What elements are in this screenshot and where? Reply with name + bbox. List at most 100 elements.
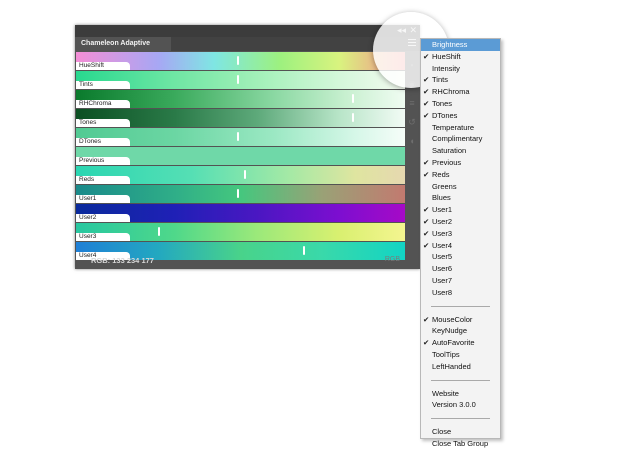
palette-row-label: DTones <box>76 138 130 146</box>
menu-item-user4[interactable]: ✔ User4 <box>421 240 500 252</box>
check-icon: ✔ <box>423 98 430 108</box>
palette-row-tints[interactable]: Tints <box>76 71 405 89</box>
menu-item-label: MouseColor <box>432 314 473 324</box>
menu-item-close-tab-group[interactable]: Close Tab Group <box>421 438 500 450</box>
flyout-menu: Brightness ✔ HueShift Intensity ✔ Tints ✔ RHChr… <box>420 38 501 448</box>
palette-row-label: User2 <box>76 214 130 222</box>
menu-item-label: Website <box>432 388 459 398</box>
menu-item-tones[interactable]: ✔ Tones <box>421 98 500 110</box>
menu-item-user1[interactable]: ✔ User1 <box>421 204 500 216</box>
menu-item-version-3-0-0[interactable]: Version 3.0.0 <box>421 399 500 411</box>
palette-row-marker[interactable] <box>237 75 240 84</box>
menu-item-greens[interactable]: Greens <box>421 181 500 193</box>
menu-item-label: LeftHanded <box>432 361 471 371</box>
menu-item-rhchroma[interactable]: ✔ RHChroma <box>421 86 500 98</box>
palette-row-marker[interactable] <box>352 94 355 103</box>
menu-item-reds[interactable]: ✔ Reds <box>421 169 500 181</box>
menu-item-label: Brightness <box>432 40 468 49</box>
menu-item-label: Previous <box>432 157 462 167</box>
menu-item-dtones[interactable]: ✔ DTones <box>421 110 500 122</box>
palette-row-marker[interactable] <box>352 113 355 122</box>
menu-item-user8[interactable]: User8 <box>421 287 500 299</box>
palette-row-user2[interactable]: User2 <box>76 204 405 222</box>
menu-item-user5[interactable]: User5 <box>421 251 500 263</box>
palette-row-label: User1 <box>76 195 130 203</box>
menu-item-label: User3 <box>432 228 453 238</box>
palette-row-tones[interactable]: Tones <box>76 109 405 127</box>
palette-row-user1[interactable]: User1 <box>76 185 405 203</box>
menu-item-label: DTones <box>432 110 458 120</box>
check-icon: ✔ <box>423 338 430 348</box>
menu-item-mousecolor[interactable]: ✔ MouseColor <box>421 314 500 326</box>
palette-row-hueshift[interactable]: HueShift <box>76 52 405 70</box>
menu-item-autofavorite[interactable]: ✔ AutoFavorite <box>421 337 500 349</box>
list-icon[interactable]: ≡ <box>406 94 418 112</box>
palette-row-previous[interactable]: Previous <box>76 147 405 165</box>
palette-row-dtones[interactable]: DTones <box>76 128 405 146</box>
palette-rows: HueShift Tints RHChroma Tones DTones Previous… <box>76 52 405 261</box>
menu-item-label: Close Tab Group <box>432 438 489 448</box>
menu-item-keynudge[interactable]: KeyNudge <box>421 325 500 337</box>
check-icon: ✔ <box>423 205 430 215</box>
menu-item-temperature[interactable]: Temperature <box>421 122 500 134</box>
menu-item-label: Temperature <box>432 122 475 132</box>
menu-item-user6[interactable]: User6 <box>421 263 500 275</box>
menu-item-brightness[interactable]: Brightness <box>421 39 500 51</box>
menu-item-label: Tones <box>432 98 453 108</box>
menu-item-label: HueShift <box>432 51 461 61</box>
menu-item-complimentary[interactable]: Complimentary <box>421 133 500 145</box>
menu-item-previous[interactable]: ✔ Previous <box>421 157 500 169</box>
palette-row-marker[interactable] <box>237 132 240 141</box>
menu-item-label: User4 <box>432 240 453 250</box>
palette-row-marker[interactable] <box>237 189 240 198</box>
menu-item-label: Saturation <box>432 146 467 156</box>
palette-row-label: Tints <box>76 81 130 89</box>
menu-item-label: KeyNudge <box>432 326 468 336</box>
panel-titlebar: ◂◂ ✕ <box>75 25 420 37</box>
menu-item-saturation[interactable]: Saturation <box>421 145 500 157</box>
menu-item-label: Reds <box>432 169 450 179</box>
menu-item-lefthanded[interactable]: LeftHanded <box>421 361 500 373</box>
menu-item-label: Intensity <box>432 63 460 73</box>
menu-item-website[interactable]: Website <box>421 388 500 400</box>
menu-item-blues[interactable]: Blues <box>421 192 500 204</box>
palette-row-marker[interactable] <box>158 227 161 236</box>
drop-icon[interactable]: ◖ <box>406 132 418 150</box>
palette-row-marker[interactable] <box>237 56 240 65</box>
palette-row-label: Reds <box>76 176 130 184</box>
menu-item-label: ToolTips <box>432 349 460 359</box>
chameleon-panel: ◂◂ ✕ Chameleon Adaptive Palette HueShift… <box>75 25 420 269</box>
palette-row-label: HueShift <box>76 62 130 70</box>
menu-item-user3[interactable]: ✔ User3 <box>421 228 500 240</box>
palette-row-label: Previous <box>76 157 130 165</box>
menu-item-hueshift[interactable]: ✔ HueShift <box>421 51 500 63</box>
check-icon: ✔ <box>423 216 430 226</box>
palette-row-label: User3 <box>76 233 130 241</box>
menu-item-tints[interactable]: ✔ Tints <box>421 74 500 86</box>
rgb-mode-button[interactable]: RGB <box>385 256 400 263</box>
palette-row-marker[interactable] <box>243 170 246 179</box>
menu-item-label: User8 <box>432 287 453 297</box>
palette-row-rhchroma[interactable]: RHChroma <box>76 90 405 108</box>
check-icon: ✔ <box>423 87 430 97</box>
menu-item-user2[interactable]: ✔ User2 <box>421 216 500 228</box>
menu-item-label: User7 <box>432 275 453 285</box>
rgb-readout: RGB: 133 234 177 <box>91 256 154 265</box>
menu-item-label: AutoFavorite <box>432 338 475 348</box>
palette-row-reds[interactable]: Reds <box>76 166 405 184</box>
menu-item-tooltips[interactable]: ToolTips <box>421 349 500 361</box>
tab-chameleon-adaptive-palette[interactable]: Chameleon Adaptive Palette <box>75 37 171 61</box>
palette-row-user3[interactable]: User3 <box>76 223 405 241</box>
menu-item-user7[interactable]: User7 <box>421 275 500 287</box>
menu-item-intensity[interactable]: Intensity <box>421 63 500 75</box>
palette-row-label: Tones <box>76 119 130 127</box>
menu-item-label: Greens <box>432 181 457 191</box>
check-icon: ✔ <box>423 240 430 250</box>
menu-item-label: User5 <box>432 252 453 262</box>
check-icon: ✔ <box>423 110 430 120</box>
undo-icon[interactable]: ↺ <box>406 113 418 131</box>
menu-item-close[interactable]: Close <box>421 426 500 438</box>
menu-item-label: User1 <box>432 205 453 215</box>
menu-item-label: Complimentary <box>432 134 483 144</box>
check-icon: ✔ <box>423 228 430 238</box>
